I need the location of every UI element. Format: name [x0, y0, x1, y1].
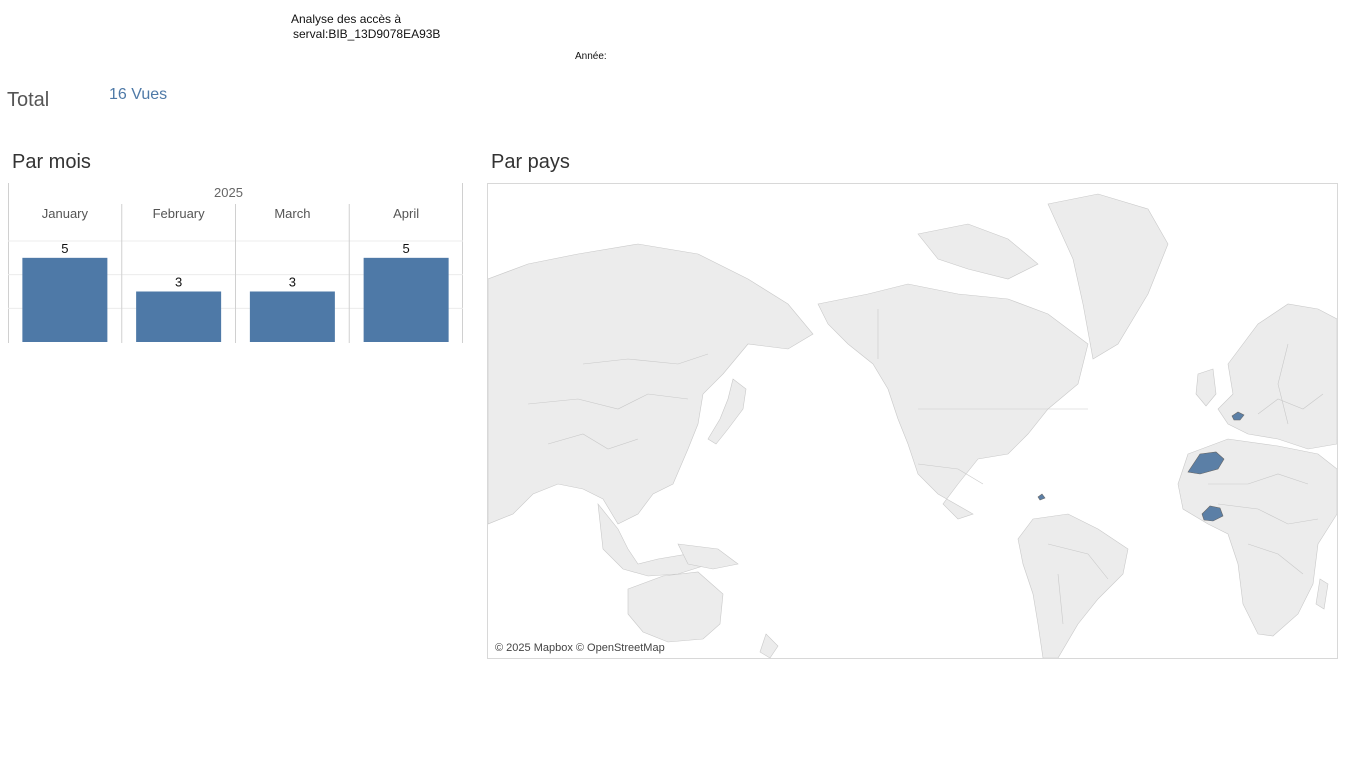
dashboard-title-line1: Analyse des accès à	[291, 12, 402, 26]
arctic-islands-land	[917, 223, 1039, 280]
world-map-svg	[488, 193, 1337, 658]
europe-land	[1217, 303, 1337, 450]
bar-value-label: 5	[403, 241, 410, 256]
monthly-bar-chart: 2025 January 5 February 3 March 3 April 5	[8, 183, 463, 343]
total-views-value: 16 Vues	[109, 86, 168, 103]
japan-land	[707, 378, 747, 445]
month-label: March	[274, 206, 310, 221]
north-america-land	[817, 283, 1089, 520]
dashboard-title-line2: serval:BIB_13D9078EA93B	[293, 27, 441, 41]
australia-land	[627, 571, 724, 643]
month-label: April	[393, 206, 419, 221]
madagascar-land	[1315, 578, 1329, 610]
country-map[interactable]	[487, 183, 1338, 659]
bar-chart-svg: 2025 January 5 February 3 March 3 April 5	[8, 183, 463, 343]
year-group-label: 2025	[214, 185, 243, 200]
new-zealand-land	[759, 633, 779, 658]
bar-value-label: 5	[61, 241, 68, 256]
bar-value-label: 3	[175, 275, 182, 290]
country-haiti[interactable]	[1037, 493, 1046, 501]
month-bar	[249, 291, 335, 342]
country-map-title: Par pays	[491, 151, 570, 173]
month-bar	[136, 291, 222, 342]
year-filter-label[interactable]: Année:	[575, 51, 607, 62]
monthly-chart-title: Par mois	[12, 151, 91, 173]
month-bar	[22, 257, 108, 342]
map-land	[488, 193, 1337, 658]
month-label: February	[153, 206, 206, 221]
bar-value-label: 3	[289, 275, 296, 290]
total-label: Total	[7, 89, 50, 111]
month-bar	[363, 257, 449, 342]
month-label: January	[42, 206, 89, 221]
south-america-land	[1017, 513, 1129, 658]
map-attribution[interactable]: © 2025 Mapbox © OpenStreetMap	[495, 642, 665, 654]
asia-landmass	[488, 243, 814, 525]
uk-land	[1195, 368, 1217, 407]
